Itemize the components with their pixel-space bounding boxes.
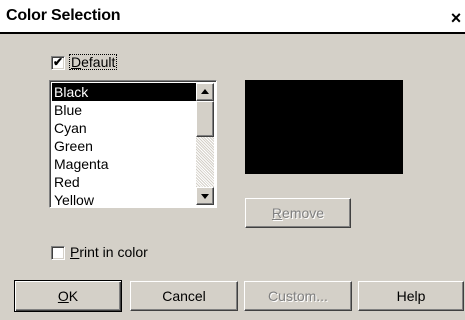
list-item-black[interactable]: Black: [52, 83, 196, 101]
list-item-magenta[interactable]: Magenta: [52, 155, 196, 173]
ok-accelerator: O: [57, 288, 69, 304]
print-accelerator: P: [70, 244, 80, 260]
remove-accelerator: R: [271, 205, 283, 221]
default-checkbox[interactable]: ✔: [51, 55, 65, 70]
default-checkbox-label[interactable]: Default: [69, 54, 118, 70]
help-button[interactable]: Help: [358, 281, 464, 311]
list-item-red[interactable]: Red: [52, 173, 196, 191]
default-label-text: efault: [81, 54, 116, 70]
default-accelerator: D: [71, 54, 82, 70]
color-preview: [245, 80, 403, 174]
close-icon[interactable]: ×: [447, 8, 465, 28]
color-listbox[interactable]: Black Blue Cyan Green Magenta Red Yellow: [49, 80, 217, 208]
color-selection-dialog: Color Selection × ✔ Default Black Blue C…: [0, 0, 465, 320]
ok-label: OK: [58, 288, 78, 304]
remove-button[interactable]: Remove: [245, 198, 351, 228]
cancel-button[interactable]: Cancel: [130, 281, 238, 311]
checkmark-icon: ✔: [53, 55, 64, 69]
list-item-green[interactable]: Green: [52, 137, 196, 155]
scroll-thumb[interactable]: [196, 101, 214, 137]
arrow-up-icon: [201, 89, 209, 94]
list-scrollbar[interactable]: [196, 83, 214, 205]
custom-button[interactable]: Custom...: [244, 281, 352, 311]
color-list-items: Black Blue Cyan Green Magenta Red Yellow: [52, 83, 196, 207]
ok-button[interactable]: OK: [14, 280, 122, 312]
print-in-color-label[interactable]: Print in color: [70, 244, 148, 260]
ok-label-text: K: [68, 288, 79, 304]
custom-label: Custom...: [268, 288, 328, 304]
scroll-up-button[interactable]: [196, 83, 214, 101]
list-item-blue[interactable]: Blue: [52, 101, 196, 119]
arrow-down-icon: [201, 194, 209, 199]
title-bar[interactable]: Color Selection ×: [0, 0, 465, 34]
help-label: Help: [396, 288, 426, 304]
print-label-text: rint in color: [79, 244, 148, 260]
print-in-color-checkbox[interactable]: [51, 246, 65, 260]
cancel-label: Cancel: [162, 288, 206, 304]
remove-label-text: emove: [282, 205, 325, 221]
window-title: Color Selection: [6, 7, 121, 24]
list-item-yellow[interactable]: Yellow: [52, 191, 196, 207]
scroll-down-button[interactable]: [196, 187, 214, 205]
remove-label: Remove: [272, 205, 324, 221]
list-item-cyan[interactable]: Cyan: [52, 119, 196, 137]
